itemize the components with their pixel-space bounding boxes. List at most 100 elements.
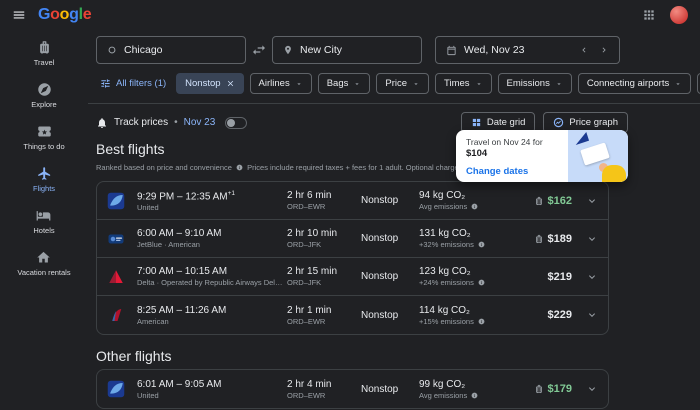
chevron-down-icon bbox=[555, 80, 563, 88]
hotels-icon bbox=[36, 208, 51, 223]
chevron-down-icon bbox=[295, 80, 303, 88]
flight-row[interactable]: 6:00 AM – 9:10 AM JetBlue · American 2 hr … bbox=[97, 220, 608, 259]
sidebar-item-things-to-do[interactable]: Things to do bbox=[23, 124, 65, 151]
expand-flight-button[interactable] bbox=[572, 383, 598, 395]
promo-price: $104 bbox=[466, 148, 488, 160]
sidebar: Travel Explore Things to do Flights Hotels Va… bbox=[0, 30, 88, 410]
change-dates-link[interactable]: Change dates bbox=[466, 166, 568, 177]
avatar[interactable] bbox=[670, 6, 688, 24]
flight-co2: 123 kg CO₂ bbox=[419, 266, 471, 278]
filter-chip-price[interactable]: Price bbox=[376, 73, 430, 94]
sidebar-item-vacation-rentals[interactable]: Vacation rentals bbox=[17, 250, 71, 277]
destination-input[interactable]: New City bbox=[272, 36, 422, 64]
swap-icon[interactable] bbox=[251, 42, 267, 58]
google-flights-app: Google Travel Explore Things to do Flights H… bbox=[0, 0, 700, 410]
flight-row[interactable]: 7:00 AM – 10:15 AM Delta · Operated by Re… bbox=[97, 258, 608, 297]
flight-co2: 99 kg CO₂ bbox=[419, 378, 466, 390]
track-date-link[interactable]: Nov 23 bbox=[184, 117, 216, 128]
tune-icon bbox=[100, 78, 111, 89]
track-prices-toggle[interactable] bbox=[225, 116, 248, 129]
filter-chip-label: Price bbox=[385, 78, 408, 89]
origin-input[interactable]: Chicago bbox=[96, 36, 246, 64]
date-nav bbox=[579, 45, 609, 55]
filter-chip-airlines[interactable]: Airlines bbox=[249, 73, 312, 94]
flight-duration: 2 hr 4 min bbox=[287, 378, 332, 390]
flight-duration: 2 hr 15 min bbox=[287, 266, 338, 278]
date-value: Wed, Nov 23 bbox=[464, 44, 525, 56]
filter-chips: Nonstop Airlines Bags Price Times Emissions Co… bbox=[176, 73, 700, 94]
flight-route: ORD–JFK bbox=[287, 240, 322, 250]
expand-flight-button[interactable] bbox=[572, 309, 598, 321]
flight-duration: 2 hr 10 min bbox=[287, 228, 338, 240]
menu-icon[interactable] bbox=[12, 8, 26, 22]
airline-logo-jetblue bbox=[107, 230, 137, 248]
sidebar-item-hotels[interactable]: Hotels bbox=[33, 208, 55, 235]
flight-carrier: JetBlue · American bbox=[137, 240, 200, 250]
google-logo[interactable]: Google bbox=[38, 6, 92, 24]
flight-route: ORD–EWR bbox=[287, 316, 326, 326]
chevron-down-icon bbox=[353, 80, 361, 88]
sidebar-item-label: Explore bbox=[31, 100, 57, 109]
sidebar-item-label: Flights bbox=[32, 184, 56, 193]
search-row: Chicago New City Wed, Nov 23 bbox=[96, 36, 700, 64]
flight-row[interactable]: 9:29 PM – 12:35 AM+1 United 2 hr 6 min ORD–… bbox=[97, 182, 608, 221]
date-input[interactable]: Wed, Nov 23 bbox=[435, 36, 620, 64]
filter-chip-bags[interactable]: Bags bbox=[317, 73, 371, 94]
filter-chip-label: Bags bbox=[326, 78, 349, 89]
flight-stops: Nonstop bbox=[361, 383, 399, 395]
expand-flight-button[interactable] bbox=[572, 195, 598, 207]
close-icon[interactable] bbox=[226, 79, 235, 88]
filter-chip-label: Connecting airports bbox=[586, 78, 670, 89]
all-filters-button[interactable]: All filters (1) bbox=[96, 75, 170, 92]
flight-price: $229 bbox=[548, 309, 572, 321]
chevron-left-icon[interactable] bbox=[579, 45, 589, 55]
price-value: $219 bbox=[547, 270, 572, 283]
filter-chip-connecting-airports[interactable]: Connecting airports bbox=[577, 73, 692, 94]
flight-co2: 114 kg CO₂ bbox=[419, 304, 470, 316]
topbar-right bbox=[642, 6, 688, 24]
airline-logo-american bbox=[107, 306, 137, 324]
explore-icon bbox=[37, 82, 52, 97]
travel-icon bbox=[37, 40, 52, 55]
topbar: Google bbox=[0, 0, 700, 30]
info-icon[interactable] bbox=[236, 164, 243, 171]
flight-carrier: Delta · Operated by Republic Airways Del… bbox=[137, 278, 283, 288]
expand-flight-button[interactable] bbox=[572, 271, 598, 283]
price-note: Prices include required taxes + fees for… bbox=[247, 163, 478, 172]
info-icon[interactable] bbox=[478, 279, 485, 286]
things-to-do-icon bbox=[37, 124, 52, 139]
sidebar-item-travel[interactable]: Travel bbox=[34, 40, 54, 67]
filter-chip-emissions[interactable]: Emissions bbox=[497, 73, 572, 94]
promo-text: Travel on Nov 24 for bbox=[466, 137, 543, 147]
filter-chip-times[interactable]: Times bbox=[435, 73, 492, 94]
flight-route: ORD–JFK bbox=[287, 278, 322, 288]
price-value: $229 bbox=[547, 309, 572, 322]
filter-chip-label: Nonstop bbox=[185, 78, 221, 89]
info-icon[interactable] bbox=[478, 241, 485, 248]
filter-chip-nonstop[interactable]: Nonstop bbox=[176, 73, 244, 94]
price-graph-label: Price graph bbox=[569, 117, 618, 128]
other-flights-list: 6:01 AM – 9:05 AM United 2 hr 4 min ORD–EWR… bbox=[96, 369, 609, 410]
other-flights-title: Other flights bbox=[96, 348, 172, 365]
chevron-right-icon[interactable] bbox=[599, 45, 609, 55]
price-value: $189 bbox=[547, 232, 572, 245]
track-prices-label: Track prices bbox=[114, 117, 169, 128]
airline-logo-united bbox=[107, 192, 137, 210]
flight-emissions: +15% emissions bbox=[419, 317, 527, 326]
flight-row[interactable]: 8:25 AM – 11:26 AM American 2 hr 1 min ORD–… bbox=[97, 296, 608, 334]
info-icon[interactable] bbox=[478, 318, 485, 325]
flight-co2: 131 kg CO₂ bbox=[419, 228, 471, 240]
info-icon[interactable] bbox=[471, 392, 478, 399]
flight-price: $219 bbox=[548, 271, 572, 283]
location-pin-icon bbox=[283, 44, 293, 56]
flight-duration: 2 hr 1 min bbox=[287, 304, 332, 316]
dot-separator: • bbox=[174, 117, 178, 128]
info-icon[interactable] bbox=[471, 203, 478, 210]
sidebar-item-explore[interactable]: Explore bbox=[31, 82, 57, 109]
sidebar-item-flights[interactable]: Flights bbox=[33, 166, 55, 193]
flight-row[interactable]: 6:01 AM – 9:05 AM United 2 hr 4 min ORD–EWR… bbox=[97, 370, 608, 408]
apps-grid-icon[interactable] bbox=[642, 8, 656, 22]
flight-times: 8:25 AM – 11:26 AM bbox=[137, 304, 227, 316]
flight-carrier: American bbox=[137, 316, 169, 326]
expand-flight-button[interactable] bbox=[572, 233, 598, 245]
